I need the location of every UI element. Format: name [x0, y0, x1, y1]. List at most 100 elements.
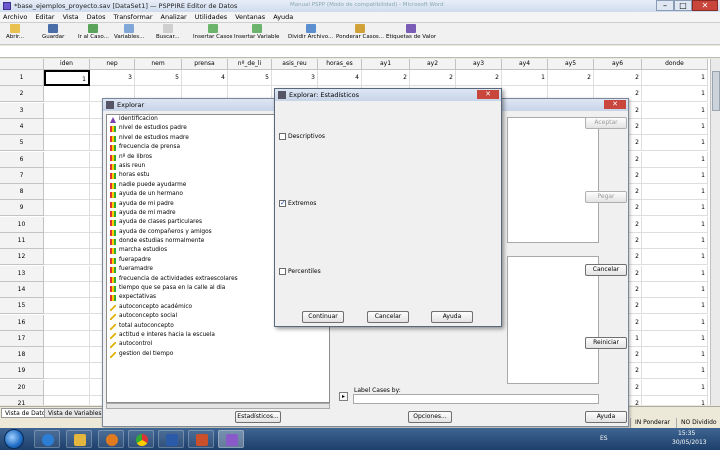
- table-cell[interactable]: [44, 347, 90, 364]
- open-button[interactable]: Abrir...: [6, 24, 24, 44]
- table-cell[interactable]: 4: [318, 70, 362, 86]
- column-header[interactable]: ay6: [594, 59, 642, 70]
- column-header[interactable]: ay1: [362, 59, 410, 70]
- column-header[interactable]: horas_es: [318, 59, 362, 70]
- variable-list-item[interactable]: actitud e interes hacia la escuela: [107, 331, 329, 340]
- table-cell[interactable]: [44, 102, 90, 119]
- table-cell[interactable]: 4: [182, 70, 228, 86]
- table-cell[interactable]: 1: [642, 102, 708, 119]
- checkbox-box[interactable]: [279, 133, 286, 140]
- column-header[interactable]: nº_de_li: [228, 59, 272, 70]
- table-cell[interactable]: [44, 281, 90, 298]
- insert-cases-button[interactable]: Insertar Casos: [193, 24, 232, 44]
- table-cell[interactable]: [44, 298, 90, 315]
- table-cell[interactable]: 2: [362, 70, 410, 86]
- column-header[interactable]: ay2: [410, 59, 456, 70]
- table-cell[interactable]: 3: [90, 70, 135, 86]
- table-cell[interactable]: 1: [642, 379, 708, 396]
- aceptar-button[interactable]: Aceptar: [585, 117, 627, 129]
- row-number[interactable]: 1: [0, 70, 44, 86]
- menu-editar[interactable]: Editar: [35, 13, 54, 21]
- table-cell[interactable]: 1: [642, 298, 708, 315]
- estadisticos-close-button[interactable]: ✕: [477, 90, 499, 99]
- checkbox-box[interactable]: [279, 268, 286, 275]
- table-cell[interactable]: [44, 167, 90, 184]
- table-cell[interactable]: [44, 363, 90, 380]
- menu-ventanas[interactable]: Ventanas: [235, 13, 265, 21]
- row-number[interactable]: 4: [0, 118, 44, 135]
- table-cell[interactable]: 1: [642, 396, 708, 405]
- table-cell[interactable]: [44, 379, 90, 396]
- table-cell[interactable]: 5: [135, 70, 182, 86]
- table-cell[interactable]: 1: [502, 70, 548, 86]
- row-number[interactable]: 19: [0, 363, 44, 380]
- table-cell[interactable]: 1: [642, 347, 708, 364]
- row-number[interactable]: 13: [0, 265, 44, 282]
- estadisticos-cancelar-button[interactable]: Cancelar: [367, 311, 409, 323]
- column-header[interactable]: prensa: [182, 59, 228, 70]
- table-cell[interactable]: 1: [642, 216, 708, 233]
- extremos-checkbox[interactable]: ✓ Extremos: [279, 200, 316, 207]
- table-cell[interactable]: 1: [642, 281, 708, 298]
- row-number[interactable]: 15: [0, 298, 44, 315]
- table-cell[interactable]: 1: [642, 167, 708, 184]
- vertical-scrollbar[interactable]: [710, 59, 720, 405]
- taskbar-powerpoint[interactable]: [188, 430, 214, 448]
- menu-datos[interactable]: Datos: [87, 13, 106, 21]
- row-number[interactable]: 18: [0, 347, 44, 364]
- table-cell[interactable]: 1: [642, 200, 708, 217]
- column-header[interactable]: nep: [90, 59, 135, 70]
- column-header[interactable]: donde: [642, 59, 708, 70]
- cell-editor-bar[interactable]: [0, 46, 720, 58]
- descriptivos-checkbox[interactable]: Descriptivos: [279, 133, 325, 140]
- table-cell[interactable]: 2: [594, 70, 642, 86]
- table-cell[interactable]: [44, 118, 90, 135]
- estadisticos-button[interactable]: Estadísticos...: [235, 411, 281, 423]
- table-cell[interactable]: 1: [642, 330, 708, 347]
- table-cell[interactable]: [44, 135, 90, 152]
- table-cell[interactable]: [44, 86, 90, 103]
- column-header[interactable]: nem: [135, 59, 182, 70]
- row-number[interactable]: 16: [0, 314, 44, 331]
- table-cell[interactable]: 1: [642, 314, 708, 331]
- label-cases-field[interactable]: [353, 394, 599, 404]
- table-cell[interactable]: 1: [642, 135, 708, 152]
- taskbar-word[interactable]: [158, 430, 184, 448]
- weight-cases-button[interactable]: Ponderar Casos...: [336, 24, 384, 44]
- row-number[interactable]: 8: [0, 184, 44, 201]
- menu-ayuda[interactable]: Ayuda: [273, 13, 293, 21]
- variable-list-item[interactable]: gestion del tiempo: [107, 350, 329, 359]
- row-number[interactable]: 7: [0, 167, 44, 184]
- row-number[interactable]: 14: [0, 281, 44, 298]
- ayuda-button[interactable]: Ayuda: [585, 411, 627, 423]
- table-cell[interactable]: 2: [410, 70, 456, 86]
- table-cell[interactable]: 5: [228, 70, 272, 86]
- row-number[interactable]: 12: [0, 249, 44, 266]
- table-cell[interactable]: 1: [44, 70, 90, 86]
- opciones-button[interactable]: Opciones...: [408, 411, 452, 423]
- row-number[interactable]: 17: [0, 330, 44, 347]
- table-cell[interactable]: 1: [642, 363, 708, 380]
- minimize-button[interactable]: –: [656, 0, 674, 11]
- continuar-button[interactable]: Continuar: [302, 311, 344, 323]
- table-cell[interactable]: [44, 265, 90, 282]
- table-cell[interactable]: 2: [456, 70, 502, 86]
- table-cell[interactable]: 1: [642, 265, 708, 282]
- taskbar-chrome[interactable]: [128, 430, 154, 448]
- menu-vista[interactable]: Vista: [63, 13, 79, 21]
- reiniciar-button[interactable]: Reiniciar: [585, 337, 627, 349]
- menu-archivo[interactable]: Archivo: [3, 13, 27, 21]
- row-number[interactable]: 20: [0, 379, 44, 396]
- taskbar-explorer[interactable]: [66, 430, 92, 448]
- checkmark-icon[interactable]: ✓: [279, 200, 286, 207]
- language-indicator[interactable]: ES: [600, 435, 608, 442]
- table-cell[interactable]: 2: [548, 70, 594, 86]
- find-button[interactable]: Buscar...: [156, 24, 180, 44]
- table-cell[interactable]: [44, 216, 90, 233]
- variable-list-item[interactable]: autocontrol: [107, 340, 329, 349]
- variables-button[interactable]: Variables...: [114, 24, 144, 44]
- menu-transformar[interactable]: Transformar: [114, 13, 153, 21]
- table-cell[interactable]: [44, 151, 90, 168]
- table-cell[interactable]: 3: [272, 70, 318, 86]
- goto-case-button[interactable]: Ir al Caso...: [78, 24, 109, 44]
